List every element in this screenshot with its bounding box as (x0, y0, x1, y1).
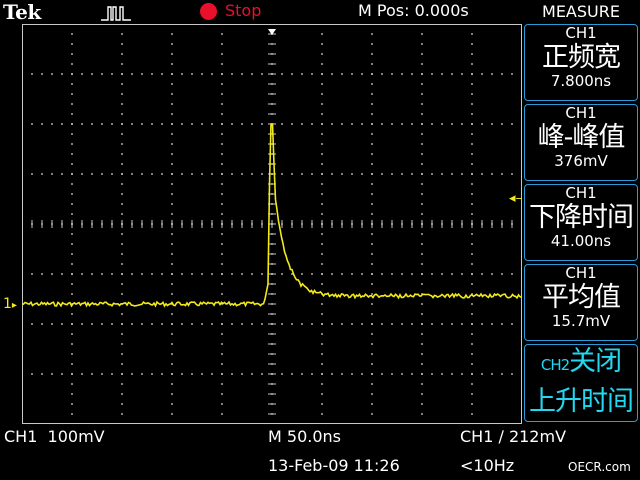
measurement-value: 7.800ns (550, 72, 612, 90)
measurement-value: 41.00ns (550, 232, 612, 250)
rise-time-label: 上升时间 (529, 386, 634, 417)
trigger-readout: CH1 ∕ 212mV (460, 427, 567, 446)
measurement-name: 平均值 (542, 282, 621, 313)
bottom-status-bar: CH1 100mV M 50.0ns CH1 ∕ 212mV 13-Feb-09… (0, 424, 640, 480)
ch2-status: 关闭 (569, 346, 622, 377)
measurement-name: 正频宽 (542, 42, 621, 73)
measurement-channel: CH1 (565, 24, 597, 42)
measurement-slot-3[interactable]: CH1 下降时间 41.00ns (524, 184, 638, 261)
horizontal-position-readout: M Pos: 0.000s (358, 1, 469, 20)
measurement-channel: CH1 (565, 104, 597, 122)
measurement-channel: CH1 (565, 184, 597, 202)
measurement-value: 376mV (554, 152, 608, 170)
watermark: OECR.com (568, 460, 631, 474)
measurement-slot-1[interactable]: CH1 正频宽 7.800ns (524, 24, 638, 101)
measurement-name: 峰-峰值 (537, 122, 626, 153)
waveform-display[interactable] (22, 24, 522, 424)
measurement-slot-2[interactable]: CH1 峰-峰值 376mV (524, 104, 638, 181)
top-status-bar: Tek Stop M Pos: 0.000s (0, 0, 522, 24)
trigger-frequency-readout: <10Hz (460, 456, 515, 475)
run-status-label: Stop (225, 1, 262, 20)
measurement-slot-4[interactable]: CH1 平均值 15.7mV (524, 264, 638, 341)
tek-logo: Tek (3, 0, 41, 24)
timebase-readout: M 50.0ns (268, 427, 341, 446)
ch1-ground-marker: 1▸ (3, 296, 17, 312)
measurement-name: 下降时间 (529, 202, 634, 233)
ch2-off-label: CH2关闭 (525, 345, 637, 382)
pulse-acquisition-icon (101, 6, 131, 21)
menu-title: MEASURE (542, 2, 620, 21)
date-time-readout: 13-Feb-09 11:26 (268, 456, 400, 475)
measurement-slot-5[interactable]: CH2关闭 上升时间 (524, 344, 638, 422)
measurement-channel: CH1 (565, 264, 597, 282)
ch1-scale-readout: CH1 100mV (4, 427, 105, 446)
ch2-prefix: CH2 (540, 356, 570, 374)
stop-status-icon (200, 3, 217, 20)
measure-menu: MEASURE CH1 正频宽 7.800ns CH1 峰-峰值 376mV C… (522, 0, 640, 424)
measurement-value: 15.7mV (551, 312, 611, 330)
trigger-level-marker: ◂– (509, 191, 523, 206)
